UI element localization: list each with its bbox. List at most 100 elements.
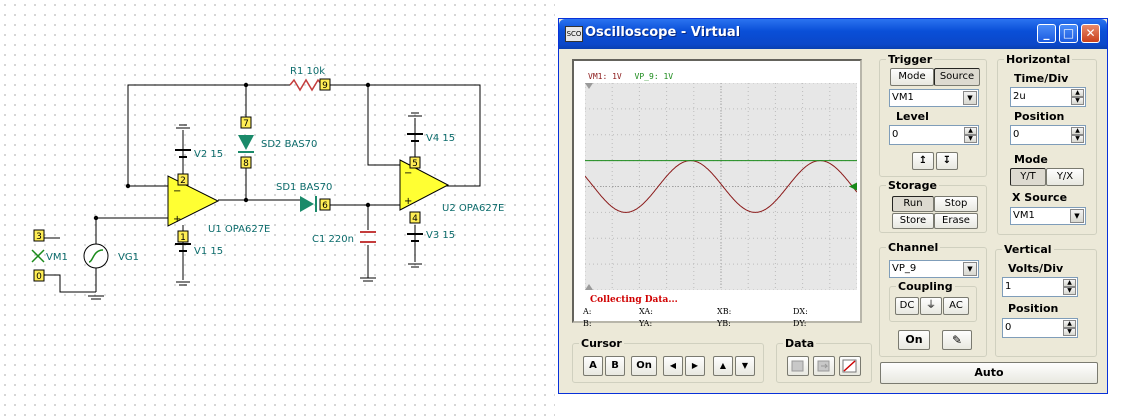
trigger-mode-button[interactable]: Mode	[890, 68, 934, 86]
xsource-value: VM1	[1013, 210, 1035, 221]
maximize-button[interactable]: □	[1059, 24, 1078, 43]
voltmeter-vm1	[31, 249, 45, 263]
mode-yx-button[interactable]: Y/X	[1046, 168, 1084, 186]
h-position-label: Position	[1014, 110, 1065, 123]
spin-down-icon[interactable]: ▼	[964, 135, 977, 143]
vertical-group: Vertical Volts/Div 1 ▲ ▼ Position 0 ▲ ▼	[995, 243, 1097, 357]
app-icon[interactable]: SCO	[565, 26, 583, 42]
spin-down-icon[interactable]: ▼	[1063, 328, 1076, 336]
node-label-2: 2	[177, 173, 189, 186]
capacitor-c1	[360, 231, 376, 243]
title-bar[interactable]: SCO Oscilloscope - Virtual _ □ ✕	[559, 19, 1107, 49]
schematic-canvas[interactable]: − + − + 9 7 8 2 1 6 5 4 3 0 R1 10k SD2 B…	[0, 0, 555, 417]
label-vm1: VM1	[46, 252, 68, 263]
node-label-3: 3	[33, 229, 45, 242]
node-label-6: 6	[319, 198, 331, 211]
open-file-icon	[791, 360, 804, 372]
xsource-select[interactable]: VM1 ▼	[1010, 207, 1086, 225]
scope-display[interactable]: VM1: 1V VP_9: 1V Collecting Data... A: B…	[572, 59, 862, 328]
spin-up-icon[interactable]: ▲	[1063, 279, 1076, 287]
status-text: Collecting Data...	[590, 295, 678, 305]
cursor-xa-readout: XA:	[639, 307, 653, 316]
h-position-value: 0	[1013, 129, 1020, 140]
diagram-icon	[842, 359, 857, 373]
cursor-yb-readout: YB:	[717, 319, 731, 328]
data-save-button[interactable]	[813, 356, 835, 376]
auto-button[interactable]: Auto	[880, 362, 1098, 384]
store-button[interactable]: Store	[892, 213, 934, 229]
spin-down-icon[interactable]: ▼	[1063, 287, 1076, 295]
oscilloscope-window: SCO Oscilloscope - Virtual _ □ ✕ VM1: 1V…	[558, 18, 1108, 394]
spin-up-icon[interactable]: ▲	[1063, 320, 1076, 328]
mode-yt-button[interactable]: Y/T	[1010, 168, 1046, 186]
rising-edge-button[interactable]: ↥	[912, 152, 934, 170]
spin-up-icon[interactable]: ▲	[1071, 127, 1084, 135]
data-diagram-button[interactable]	[839, 356, 861, 376]
v-position-value: 0	[1005, 322, 1012, 333]
data-open-button[interactable]	[787, 356, 809, 376]
trigger-level-input[interactable]: 0 ▲ ▼	[889, 125, 979, 145]
timediv-input[interactable]: 2u ▲ ▼	[1010, 87, 1086, 107]
trigger-source-button[interactable]: Source	[934, 68, 980, 86]
ch1-label: VM1: 1V	[588, 72, 622, 81]
coupling-gnd-button[interactable]: ⏚	[920, 297, 942, 315]
cursor-left-button[interactable]: ◀	[663, 356, 683, 376]
v-position-input[interactable]: 0 ▲ ▼	[1002, 318, 1078, 338]
circuit-diagram: − + − + 9 7 8 2 1 6 5 4 3 0 R1 10k SD2 B…	[31, 66, 504, 300]
stop-button[interactable]: Stop	[934, 196, 978, 212]
chevron-down-icon[interactable]: ▼	[1070, 209, 1084, 223]
cursor-a-button[interactable]: A	[583, 356, 603, 376]
channel-on-button[interactable]: On	[898, 330, 930, 350]
channel-select[interactable]: VP_9 ▼	[889, 260, 979, 278]
pen-color-button[interactable]: ✎	[942, 330, 972, 350]
node-label-5: 5	[409, 156, 421, 169]
cursor-right-button[interactable]: ▶	[685, 356, 705, 376]
cursor-ya-readout: YA:	[639, 319, 653, 328]
svg-text:7: 7	[243, 119, 249, 129]
chevron-down-icon[interactable]: ▼	[963, 91, 977, 105]
svg-text:6: 6	[322, 201, 328, 211]
spin-down-icon[interactable]: ▼	[1071, 97, 1084, 105]
svg-text:−: −	[173, 186, 181, 197]
run-button[interactable]: Run	[892, 196, 934, 212]
storage-group: Storage Run Stop Store Erase	[879, 179, 987, 233]
spin-up-icon[interactable]: ▲	[964, 127, 977, 135]
label-sd2: SD2 BAS70	[261, 139, 317, 150]
diode-sd2	[238, 135, 254, 153]
cursor-xb-readout: XB:	[717, 307, 732, 316]
timediv-label: Time/Div	[1014, 72, 1069, 85]
trigger-level-value: 0	[892, 129, 899, 140]
ch2-label: VP_9: 1V	[634, 72, 674, 81]
svg-text:+: +	[404, 196, 412, 207]
label-sd1: SD1 BAS70	[276, 182, 332, 193]
node-label-9: 9	[319, 78, 331, 91]
save-file-icon	[817, 360, 830, 372]
erase-button[interactable]: Erase	[934, 213, 978, 229]
storage-title: Storage	[886, 179, 939, 192]
spin-down-icon[interactable]: ▼	[1071, 135, 1084, 143]
cursor-b-button[interactable]: B	[605, 356, 625, 376]
svg-text:−: −	[404, 168, 412, 179]
voltsdiv-input[interactable]: 1 ▲ ▼	[1002, 277, 1078, 297]
coupling-dc-button[interactable]: DC	[895, 297, 919, 315]
cursor-on-button[interactable]: On	[631, 356, 657, 376]
falling-edge-button[interactable]: ↧	[936, 152, 958, 170]
cursor-up-button[interactable]: ▲	[713, 356, 733, 376]
coupling-ac-button[interactable]: AC	[943, 297, 969, 315]
horizontal-title: Horizontal	[1004, 53, 1073, 66]
h-position-input[interactable]: 0 ▲ ▼	[1010, 125, 1086, 145]
label-v4: V4 15	[426, 133, 455, 144]
channel-group: Channel VP_9 ▼ Coupling DC ⏚ AC On ✎	[879, 241, 987, 357]
cursor-down-button[interactable]: ▼	[735, 356, 755, 376]
node-label-4: 4	[409, 211, 421, 224]
close-button[interactable]: ✕	[1081, 24, 1100, 43]
spin-up-icon[interactable]: ▲	[1071, 89, 1084, 97]
node-label-1: 1	[177, 230, 189, 243]
minimize-button[interactable]: _	[1037, 24, 1056, 43]
trigger-title: Trigger	[886, 53, 935, 66]
chevron-down-icon[interactable]: ▼	[963, 262, 977, 276]
svg-text:1: 1	[180, 233, 186, 243]
trigger-source-select[interactable]: VM1 ▼	[889, 89, 979, 107]
data-group: Data	[776, 337, 872, 383]
plot-area[interactable]	[584, 82, 858, 291]
